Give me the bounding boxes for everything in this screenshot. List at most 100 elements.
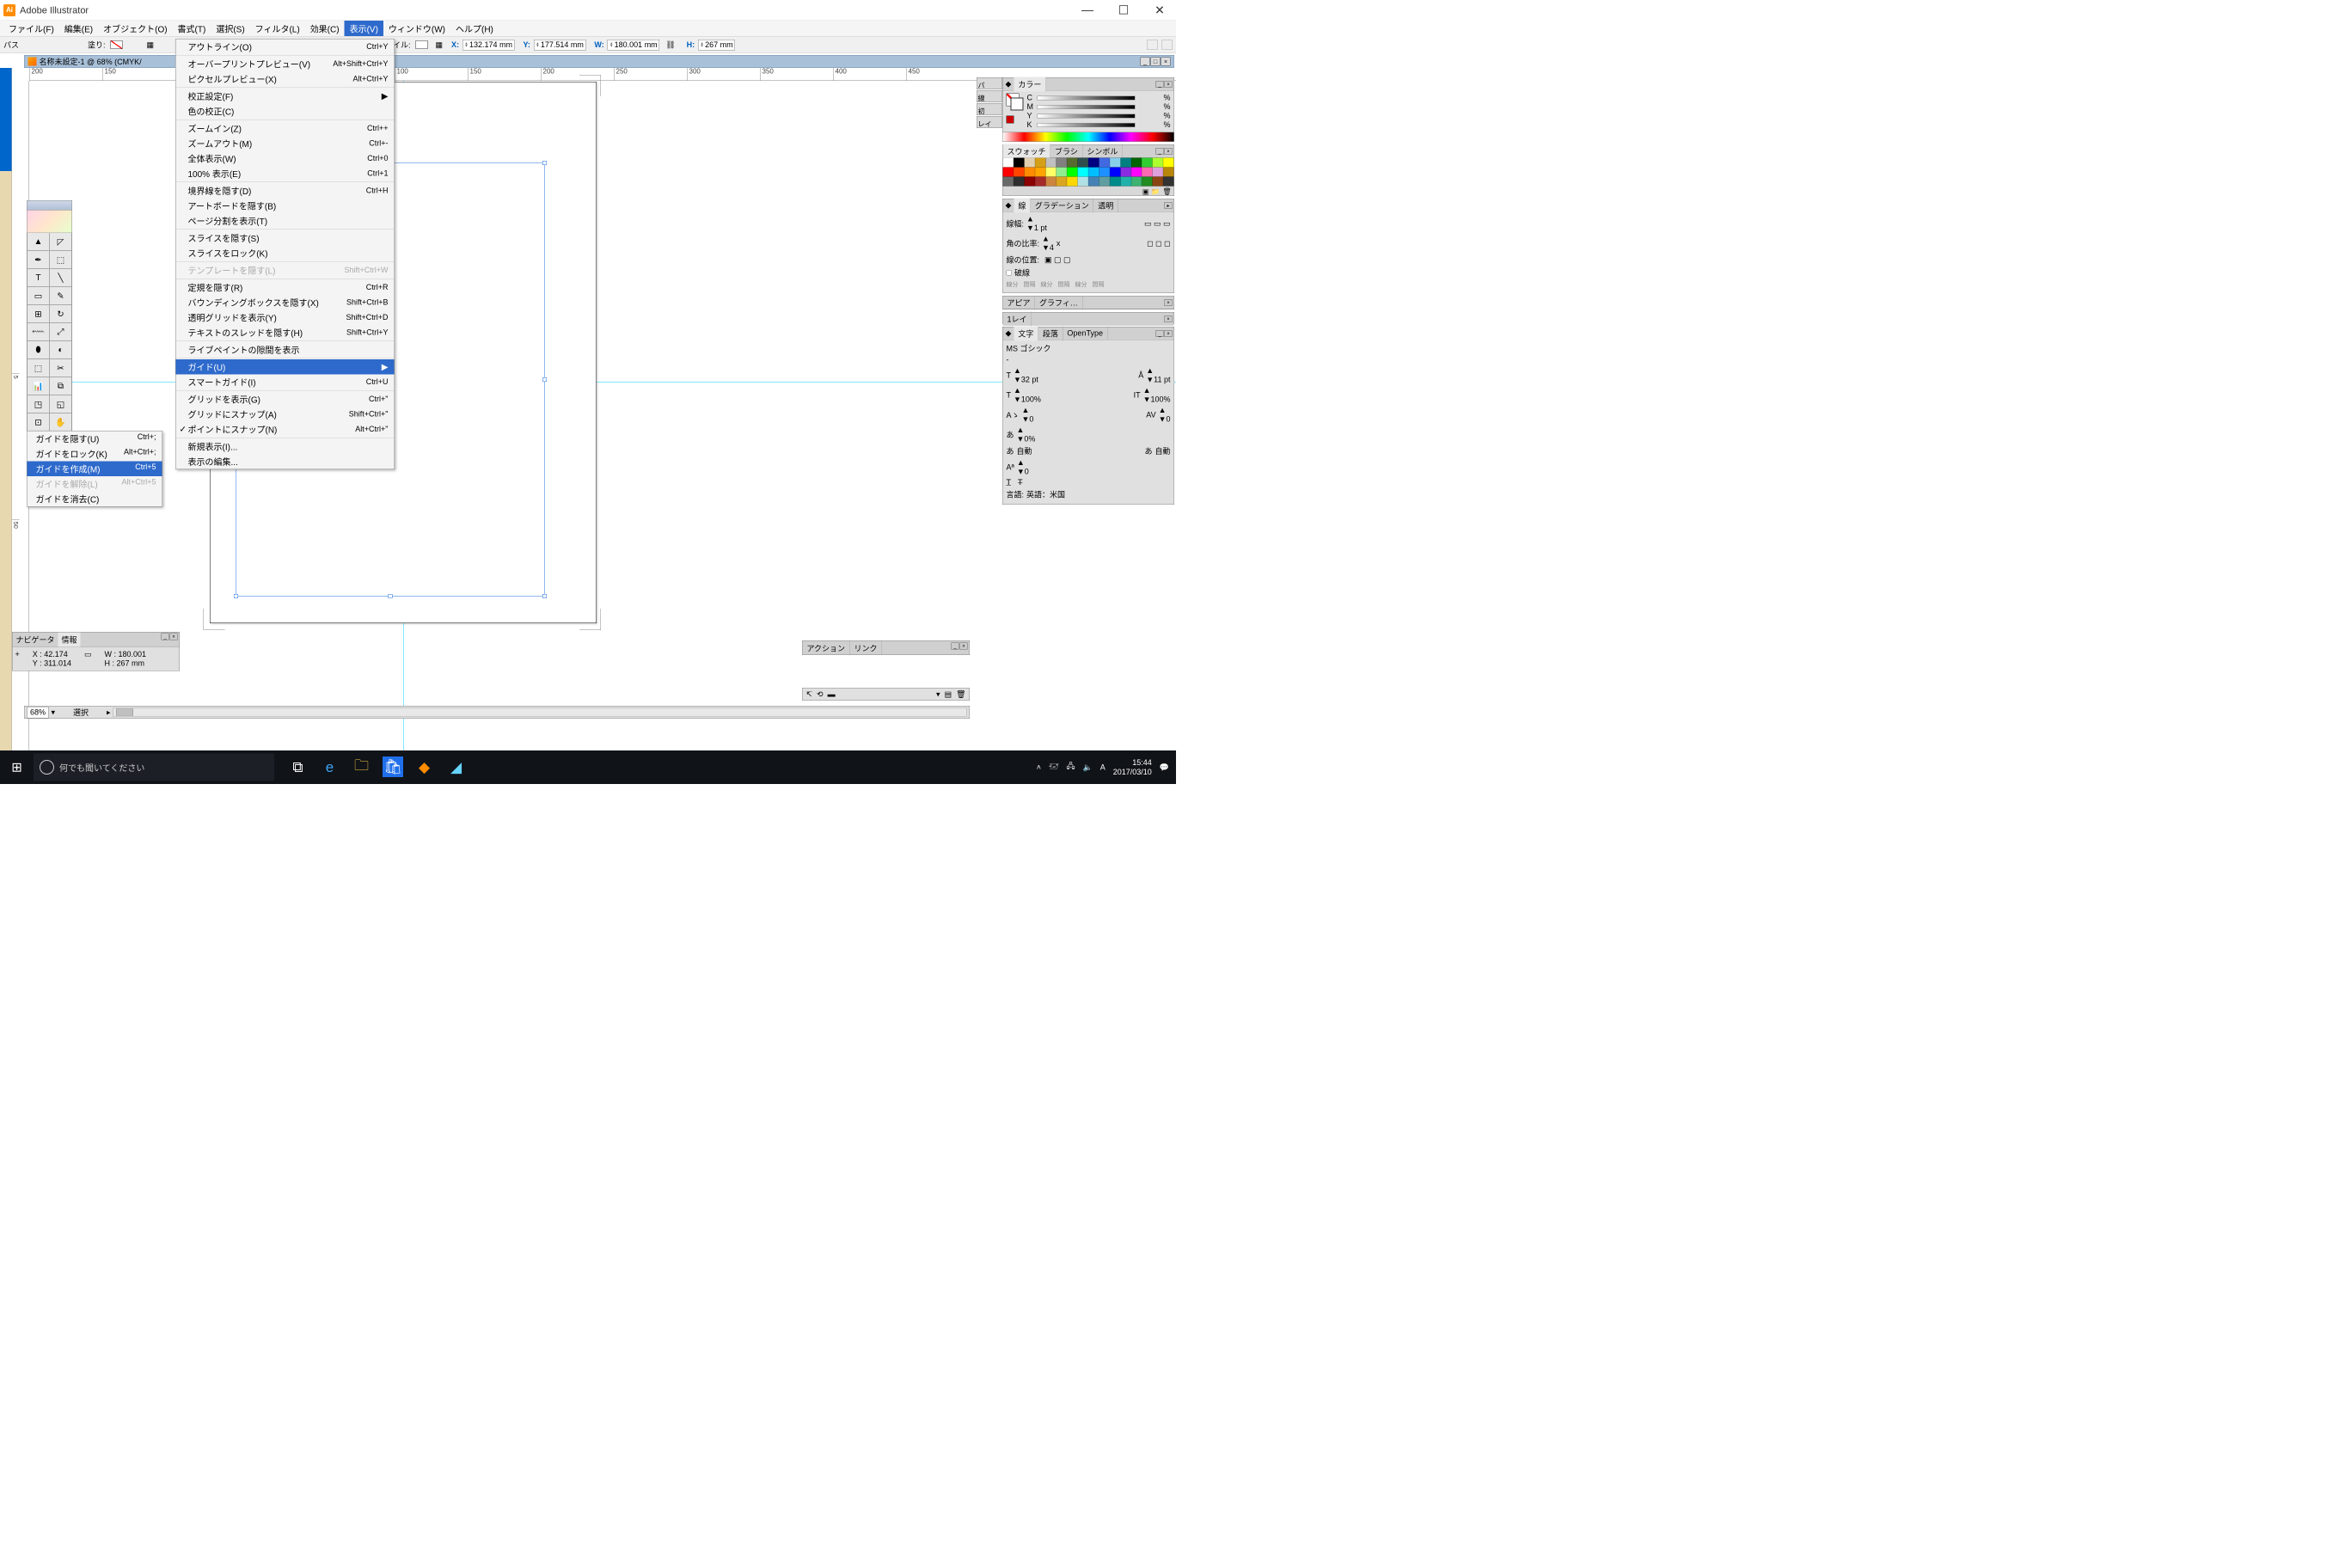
menu-item[interactable]: 定規を隠す(R)Ctrl+R	[176, 280, 395, 296]
swatch[interactable]	[1099, 158, 1109, 168]
panel-close[interactable]: ×	[1165, 330, 1173, 337]
zoom-field[interactable]: 68%	[28, 707, 49, 719]
panel-close[interactable]: ×	[960, 643, 968, 650]
action-center-icon[interactable]: 💬	[1160, 763, 1169, 772]
tool-icon[interactable]: ▬	[828, 689, 836, 699]
tab-color[interactable]: カラー	[1014, 77, 1046, 91]
panel-close[interactable]: ×	[1165, 315, 1173, 322]
swatch[interactable]	[1163, 168, 1173, 177]
tool-16[interactable]: 📊	[28, 377, 50, 395]
swatch[interactable]	[1131, 177, 1142, 187]
menu-5[interactable]: フィルタ(L)	[250, 21, 305, 37]
panel-grip-icon[interactable]: ◆	[1003, 329, 1014, 339]
panel-close[interactable]: ×	[1165, 81, 1173, 88]
tray-notify-icon[interactable]: 🖅	[1049, 761, 1058, 774]
menu-item[interactable]: ガイド(U)▶	[176, 359, 395, 375]
swatch[interactable]	[1120, 158, 1130, 168]
tool-17[interactable]: ⧉	[50, 377, 72, 395]
start-button[interactable]: ⊞	[0, 750, 34, 784]
dash-checkbox[interactable]	[1007, 270, 1013, 276]
panel-minimize[interactable]: _	[952, 643, 959, 650]
vscale-field[interactable]: ▲▼100%	[1143, 386, 1171, 404]
swatch[interactable]	[1110, 177, 1120, 187]
swatch[interactable]	[1078, 158, 1088, 168]
tool-10[interactable]: ⬳	[28, 323, 50, 341]
panel-close[interactable]: ×	[170, 634, 178, 640]
align-icon[interactable]: ▦	[436, 40, 444, 50]
tab-swatch-2[interactable]: シンボル	[1082, 144, 1123, 158]
collapsed-tab[interactable]: レイ	[977, 116, 1002, 128]
strikethrough-icon[interactable]: T	[1018, 478, 1023, 487]
tool-4[interactable]: T	[28, 269, 50, 287]
submenu-item[interactable]: ガイドを解除(L)Alt+Ctrl+5	[28, 476, 162, 492]
swatch-folder-icon[interactable]: 📁	[1151, 187, 1160, 195]
menu-item[interactable]: 表示の編集...	[176, 454, 395, 469]
tool-icon[interactable]: ↸	[806, 689, 813, 699]
swatch[interactable]	[1120, 168, 1130, 177]
tab-transparency[interactable]: 透明	[1093, 198, 1118, 212]
auto1-field[interactable]: 自動	[1017, 445, 1032, 456]
baseline-field[interactable]: ▲▼0%	[1017, 426, 1036, 444]
swatch[interactable]	[1035, 168, 1045, 177]
controlbar-btn-2[interactable]	[1161, 40, 1173, 50]
tab-paragraph[interactable]: 段落	[1038, 326, 1063, 340]
panel-options-icon[interactable]: ▸	[1165, 202, 1173, 209]
tool-13[interactable]: ◐	[50, 341, 72, 359]
tab-swatch-1[interactable]: ブラシ	[1050, 144, 1082, 158]
menu-item[interactable]: ピクセルプレビュー(X)Alt+Ctrl+Y	[176, 71, 395, 88]
edge-icon[interactable]: e	[315, 752, 345, 782]
menu-item[interactable]: グリッドを表示(G)Ctrl+"	[176, 392, 395, 407]
hscale-field[interactable]: ▲▼100%	[1014, 386, 1041, 404]
tray-ime[interactable]: A	[1100, 763, 1106, 772]
swatch[interactable]	[1067, 168, 1077, 177]
tab-actions[interactable]: アクション	[803, 641, 850, 655]
tool-14[interactable]: ⬚	[28, 359, 50, 377]
swatch[interactable]	[1088, 158, 1099, 168]
tool-6[interactable]: ▭	[28, 287, 50, 305]
trash-icon[interactable]: 🗑	[956, 689, 965, 699]
stroke-corner-field[interactable]: ▲▼4	[1042, 235, 1054, 253]
M-slider[interactable]	[1038, 105, 1136, 109]
tool-19[interactable]: ◱	[50, 395, 72, 413]
grid-icon[interactable]: ▦	[147, 40, 155, 50]
swatch[interactable]	[1088, 177, 1099, 187]
controlbar-btn-1[interactable]	[1147, 40, 1158, 50]
menu-4[interactable]: 選択(S)	[211, 21, 249, 37]
link-wh-icon[interactable]: ⛓	[665, 40, 675, 50]
tool-20[interactable]: ⊡	[28, 413, 50, 432]
doc-maximize[interactable]: □	[1151, 58, 1161, 66]
tool-icon[interactable]: ⟲	[817, 689, 824, 699]
menu-item[interactable]: 100% 表示(E)Ctrl+1	[176, 166, 395, 182]
swatch[interactable]	[1045, 158, 1056, 168]
h-scrollbar[interactable]	[113, 707, 967, 717]
color-spectrum[interactable]	[1003, 132, 1174, 142]
swatch[interactable]	[1035, 177, 1045, 187]
swatch[interactable]	[1035, 158, 1045, 168]
panel-minimize[interactable]: _	[1156, 148, 1164, 155]
panel-minimize[interactable]: _	[162, 634, 169, 640]
submenu-item[interactable]: ガイドを隠す(U)Ctrl+;	[28, 432, 162, 447]
menu-item[interactable]: スライスを隠す(S)	[176, 230, 395, 246]
tab-stroke[interactable]: 線	[1014, 198, 1031, 212]
panel-minimize[interactable]: _	[1156, 330, 1164, 337]
tab-navigator[interactable]: ナビゲータ	[13, 633, 58, 647]
menu-item[interactable]: グリッドにスナップ(A)Shift+Ctrl+"	[176, 407, 395, 422]
kerning-field[interactable]: ▲▼0	[1159, 406, 1171, 424]
swatch[interactable]	[1163, 177, 1173, 187]
menu-item[interactable]: 校正設定(F)▶	[176, 89, 395, 104]
menu-item[interactable]: ページ分割を表示(T)	[176, 213, 395, 230]
swatch[interactable]	[1024, 158, 1034, 168]
h-field[interactable]: ▲▼267 mm	[698, 40, 735, 51]
swatch-new-icon[interactable]: ▣	[1142, 187, 1149, 195]
store-icon[interactable]: 🛍	[383, 756, 403, 777]
menu-0[interactable]: ファイル(F)	[3, 21, 59, 37]
tracking-field[interactable]: ▲▼0	[1022, 406, 1034, 424]
swatch[interactable]	[1014, 158, 1024, 168]
swatch[interactable]	[1014, 168, 1024, 177]
swatch[interactable]	[1131, 158, 1142, 168]
tool-9[interactable]: ↻	[50, 305, 72, 323]
swatch[interactable]	[1131, 168, 1142, 177]
tool-2[interactable]: ✒	[28, 251, 50, 269]
swatch[interactable]	[1088, 168, 1099, 177]
menu-1[interactable]: 編集(E)	[59, 21, 98, 37]
